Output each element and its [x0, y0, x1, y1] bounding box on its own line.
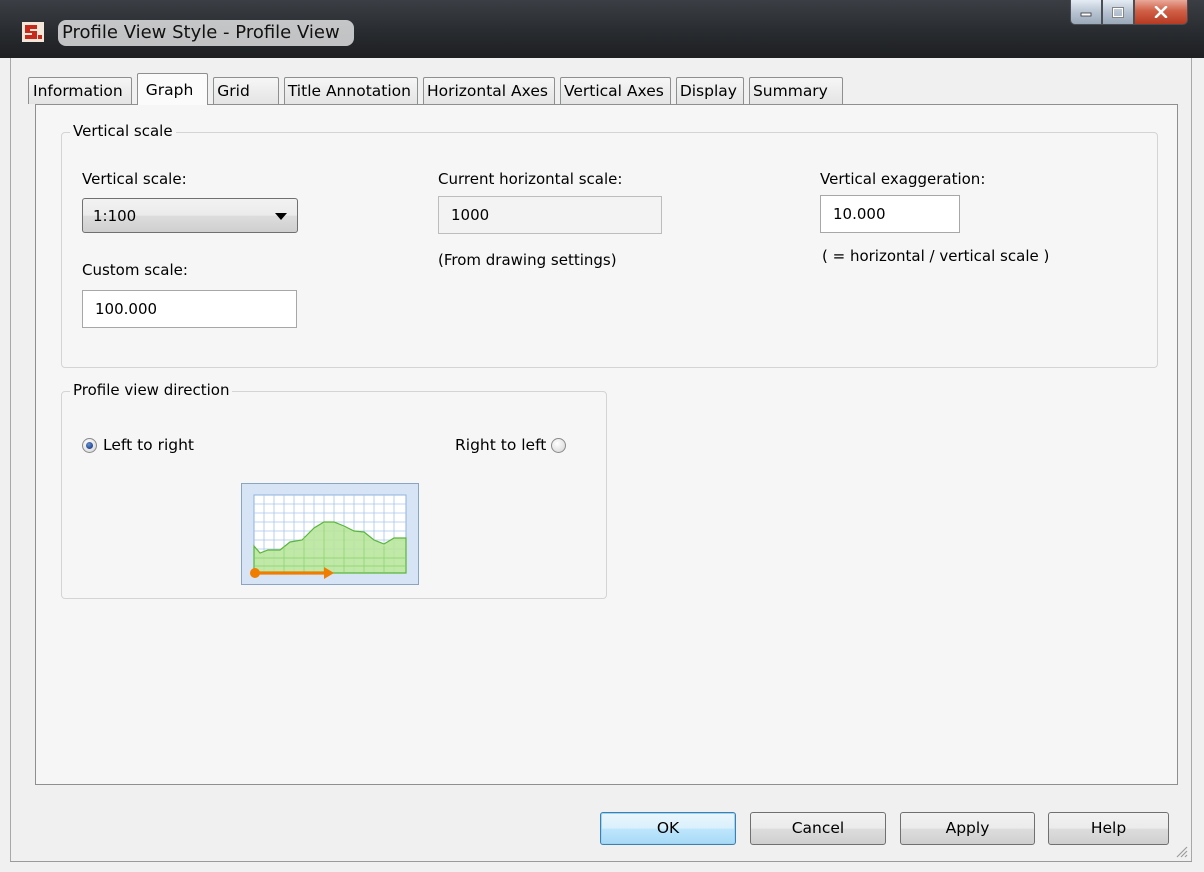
window-bottom-border	[10, 861, 1192, 862]
right-to-left-option[interactable]: Right to left	[455, 436, 567, 454]
profile-direction-preview-icon	[241, 483, 419, 585]
tab-grid[interactable]: Grid	[213, 77, 279, 104]
close-button[interactable]	[1134, 0, 1188, 25]
profile-graph-icon	[250, 494, 407, 579]
help-button[interactable]: Help	[1048, 812, 1169, 845]
chevron-down-icon	[275, 213, 287, 220]
minimize-icon	[1080, 12, 1092, 17]
tab-information[interactable]: Information	[28, 77, 132, 104]
title-bar[interactable]: Profile View Style - Profile View	[0, 0, 1204, 58]
left-to-right-option[interactable]: Left to right	[82, 436, 194, 454]
vertical-scale-dropdown[interactable]: 1:100	[82, 198, 298, 233]
apply-button[interactable]: Apply	[900, 812, 1035, 845]
dialog-window: Profile View Style - Profile View Inform…	[0, 0, 1204, 872]
maximize-icon	[1112, 6, 1124, 18]
tab-title-annotation[interactable]: Title Annotation	[283, 77, 418, 104]
tab-strip: Information Graph Grid Title Annotation …	[28, 73, 848, 105]
tab-vertical-axes[interactable]: Vertical Axes	[559, 77, 671, 104]
tab-display[interactable]: Display	[675, 77, 744, 104]
from-drawing-settings-note: (From drawing settings)	[438, 251, 617, 269]
vertical-exaggeration-label: Vertical exaggeration:	[820, 170, 986, 188]
current-horizontal-scale-field: 1000	[438, 196, 662, 234]
exaggeration-note: ( = horizontal / vertical scale )	[822, 247, 1050, 265]
tab-graph[interactable]: Graph	[136, 73, 209, 105]
resize-grip-icon[interactable]	[1174, 844, 1188, 858]
close-icon	[1154, 6, 1168, 18]
vertical-scale-label: Vertical scale:	[82, 170, 187, 188]
minimize-button[interactable]	[1070, 0, 1102, 25]
vertical-scale-dropdown-value: 1:100	[93, 207, 137, 225]
vertical-exaggeration-field[interactable]: 10.000	[820, 195, 960, 233]
civil3d-app-icon	[22, 22, 44, 42]
window-title: Profile View Style - Profile View	[58, 20, 354, 46]
right-to-left-label: Right to left	[455, 436, 547, 454]
custom-scale-label: Custom scale:	[82, 261, 188, 279]
cancel-button[interactable]: Cancel	[750, 812, 886, 845]
profile-view-direction-group-title: Profile view direction	[70, 381, 233, 399]
caption-buttons	[1070, 0, 1188, 26]
current-horizontal-scale-label: Current horizontal scale:	[438, 170, 623, 188]
ok-button[interactable]: OK	[600, 812, 736, 845]
tab-summary[interactable]: Summary	[748, 77, 843, 104]
vertical-scale-group-title: Vertical scale	[70, 122, 176, 140]
left-to-right-radio[interactable]	[82, 437, 97, 453]
tab-horizontal-axes[interactable]: Horizontal Axes	[422, 77, 555, 104]
left-to-right-label: Left to right	[103, 436, 194, 454]
custom-scale-field[interactable]: 100.000	[82, 290, 297, 328]
right-to-left-radio[interactable]	[551, 437, 567, 453]
maximize-button[interactable]	[1102, 0, 1134, 25]
